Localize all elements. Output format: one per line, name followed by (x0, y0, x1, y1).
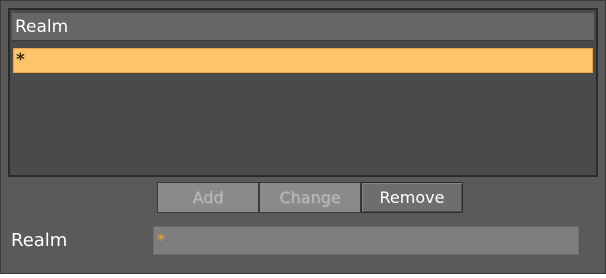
change-button[interactable]: Change (259, 182, 361, 213)
realm-list[interactable]: Realm * (8, 8, 598, 177)
realm-editor-panel: Realm * Add Change Remove Realm * (0, 0, 606, 274)
add-button[interactable]: Add (157, 182, 259, 213)
remove-button[interactable]: Remove (361, 182, 463, 213)
realm-field-label: Realm (11, 230, 68, 251)
realm-list-row-selected[interactable]: * (13, 48, 593, 73)
realm-input[interactable]: * (153, 226, 579, 255)
realm-list-column-header[interactable]: Realm (12, 13, 594, 41)
